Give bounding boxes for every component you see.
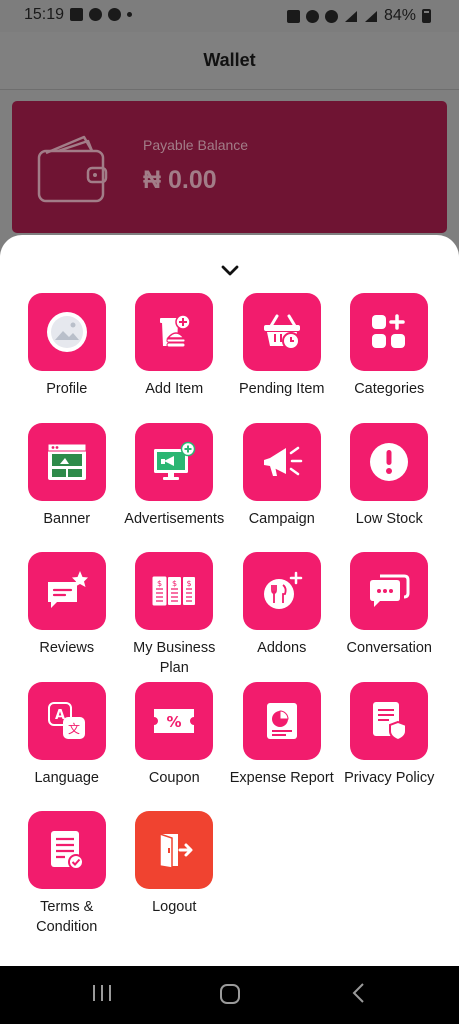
menu-item-label: Privacy Policy (344, 769, 435, 786)
svg-text:$: $ (172, 579, 177, 588)
chevron-down-icon (221, 265, 239, 275)
menu-item-label: Pending Item (239, 381, 325, 397)
alarm-icon (305, 9, 319, 23)
categories-grid-icon (350, 293, 429, 371)
menu-item-categories[interactable]: Categories (336, 293, 444, 423)
terms-document-icon (27, 811, 106, 890)
report-icon (242, 681, 321, 760)
nfc-icon (286, 9, 300, 23)
menu-item-banner[interactable]: Banner (13, 422, 121, 553)
whatsapp-notification-icon (89, 8, 102, 21)
business-plan-icon: $ $ $ (135, 552, 214, 631)
menu-item-low-stock[interactable]: Low Stock (336, 422, 444, 553)
privacy-shield-icon (350, 681, 429, 760)
menu-item-label: Add Item (145, 381, 204, 397)
menu-item-add-item[interactable]: Add Item (121, 293, 229, 423)
menu-item-coupon[interactable]: % Coupon (121, 681, 229, 812)
pending-basket-icon (242, 293, 321, 371)
menu-item-terms-condition[interactable]: Terms & Condition (13, 811, 121, 941)
menu-item-label: Banner (43, 510, 91, 527)
collapse-sheet-button[interactable] (215, 259, 245, 281)
menu-item-label: Low Stock (355, 510, 423, 527)
svg-text:文: 文 (68, 721, 80, 736)
menu-item-advertisements[interactable]: Advertisements (121, 422, 229, 553)
menu-item-label: Conversation (346, 640, 432, 657)
battery-icon (422, 9, 431, 23)
menu-item-pending-item[interactable]: Pending Item (228, 293, 336, 423)
translate-icon: A文 (27, 681, 106, 760)
page-title: Wallet (203, 50, 256, 70)
home-button[interactable] (218, 982, 242, 1006)
add-item-icon (135, 293, 214, 371)
menu-item-privacy-policy[interactable]: Privacy Policy (336, 681, 444, 812)
menu-item-label: Profile (46, 381, 88, 397)
menu-item-reviews[interactable]: Reviews (13, 552, 121, 682)
wallet-icon (37, 135, 108, 203)
menu-item-label: Terms & Condition (36, 899, 98, 936)
chat-bubbles-icon (350, 552, 429, 631)
menu-item-language[interactable]: A文 Language (13, 681, 121, 812)
menu-sheet: Profile Add Item Pending Item Categories (0, 235, 459, 966)
review-star-icon (27, 552, 106, 631)
more-notifications-icon (127, 12, 132, 17)
menu-item-label: Campaign (248, 510, 315, 527)
payable-balance-card: Payable Balance ₦ 0.00 (12, 101, 447, 233)
menu-item-label: Advertisements (124, 510, 225, 527)
svg-text:$: $ (157, 579, 162, 588)
menu-item-profile[interactable]: Profile (13, 293, 121, 423)
menu-item-label: Reviews (39, 640, 95, 657)
gallery-notification-icon (70, 8, 83, 21)
menu-item-conversation[interactable]: Conversation (336, 552, 444, 682)
hotspot-icon (324, 9, 338, 23)
status-time: 15:19 (24, 6, 65, 23)
menu-item-label: Logout (152, 899, 197, 916)
menu-item-label: Categories (354, 381, 425, 397)
menu-item-addons[interactable]: Addons (228, 552, 336, 682)
status-bar: 15:19 84% (0, 0, 459, 32)
signal-4g-icon (364, 10, 377, 22)
banner-icon (27, 422, 106, 501)
menu-item-label: Language (34, 769, 99, 786)
svg-text:%: % (167, 713, 182, 731)
advertisement-icon (135, 422, 214, 501)
menu-item-campaign[interactable]: Campaign (228, 422, 336, 553)
recent-apps-button[interactable] (91, 982, 113, 1004)
balance-value: ₦ 0.00 (143, 166, 217, 194)
svg-text:$: $ (187, 579, 192, 588)
menu-item-logout[interactable]: Logout (121, 811, 229, 941)
back-button[interactable] (350, 982, 368, 1004)
addons-icon (242, 552, 321, 631)
app-header: Wallet (0, 32, 459, 90)
menu-item-label: Expense Report (229, 769, 334, 786)
signal-icon (344, 10, 357, 22)
menu-item-label: My Business Plan (133, 640, 216, 677)
system-navigation-bar (0, 966, 459, 1024)
battery-percentage: 84% (383, 7, 416, 24)
menu-item-label: Addons (257, 640, 307, 657)
menu-item-my-business-plan[interactable]: $ $ $ My Business Plan (121, 552, 229, 682)
menu-item-label: Coupon (148, 769, 200, 786)
whatsapp-business-notification-icon (108, 8, 121, 21)
menu-grid: Profile Add Item Pending Item Categories (13, 293, 446, 941)
profile-image-icon (27, 293, 106, 371)
balance-label: Payable Balance (143, 137, 249, 153)
megaphone-icon (242, 422, 321, 501)
coupon-percent-icon: % (135, 681, 214, 760)
notification-icons (70, 8, 132, 21)
exclamation-icon (350, 422, 429, 501)
menu-item-expense-report[interactable]: Expense Report (228, 681, 336, 812)
logout-door-icon (135, 811, 214, 890)
system-icons: 84% (286, 7, 431, 25)
